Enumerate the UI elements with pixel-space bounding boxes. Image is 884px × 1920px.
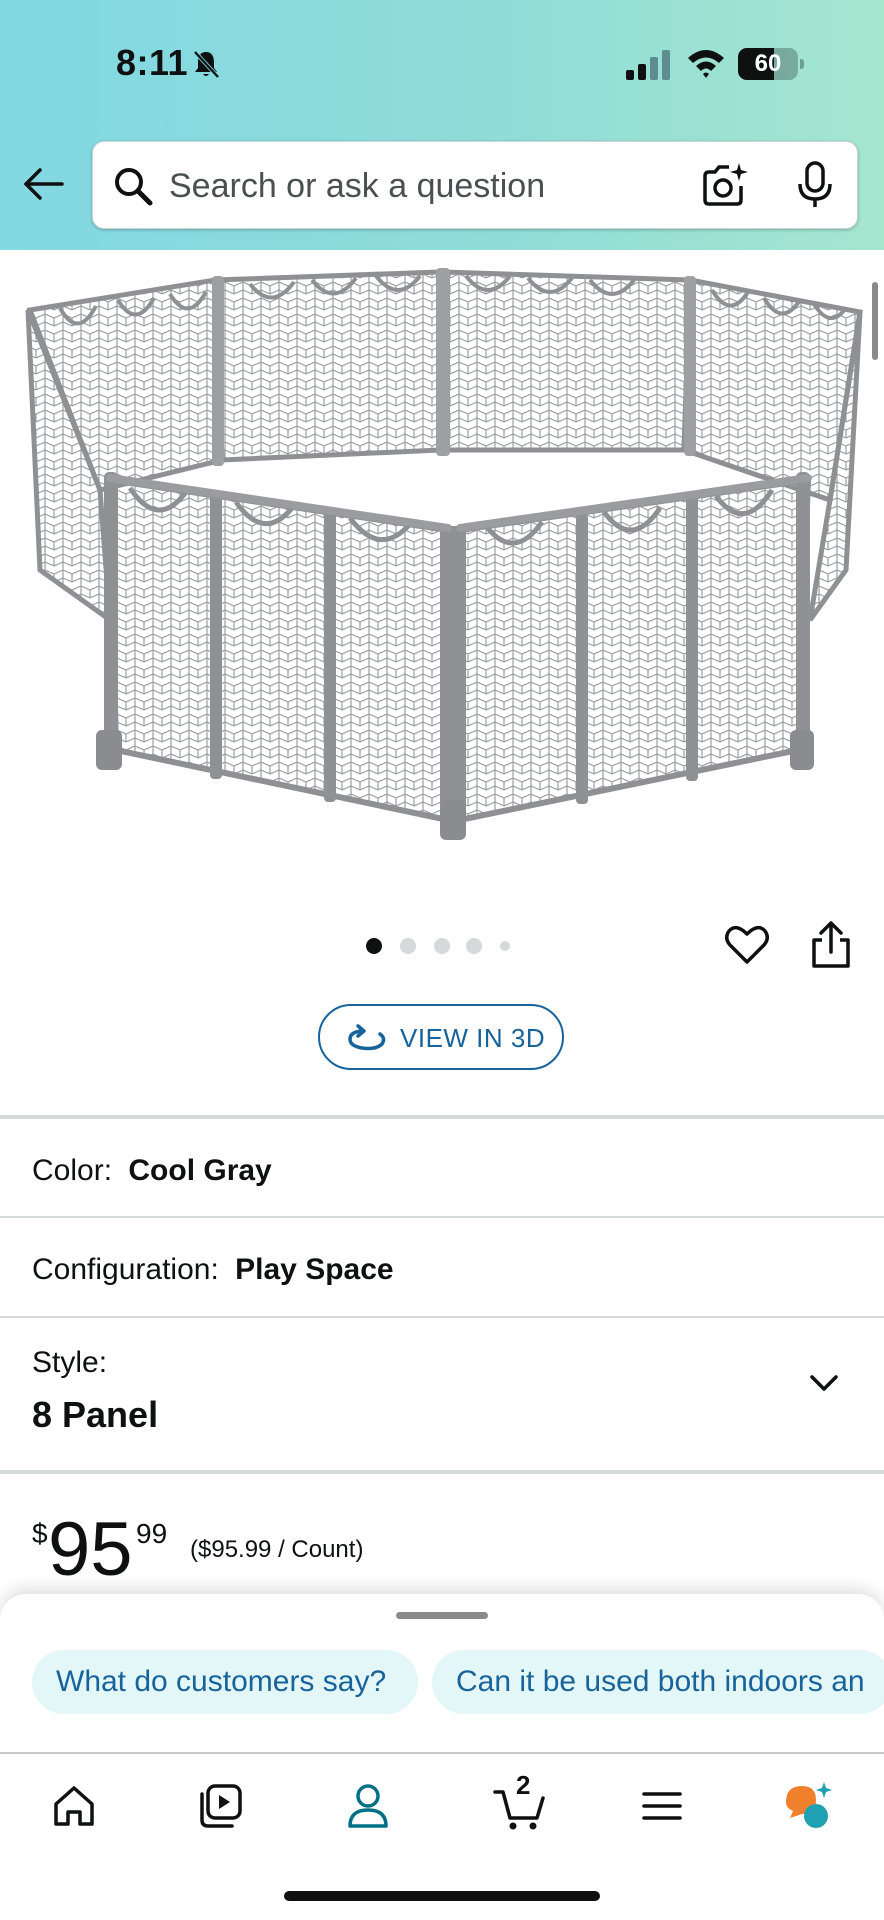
suggestion-chip-label: What do customers say? <box>56 1665 387 1698</box>
carousel-dot[interactable] <box>366 938 382 954</box>
status-time: 8:11 <box>116 42 189 83</box>
carousel-dot[interactable] <box>434 938 450 954</box>
style-label: Style: <box>32 1346 108 1379</box>
header: 8:11 60 Search or ask a question <box>0 0 884 250</box>
view-in-3d-button[interactable]: VIEW IN 3D <box>318 1004 564 1070</box>
home-icon[interactable] <box>48 1780 100 1832</box>
style-value[interactable]: 8 Panel <box>32 1394 158 1436</box>
battery-percent: 60 <box>754 50 782 77</box>
carousel-dot[interactable] <box>500 941 510 951</box>
chevron-down-icon[interactable] <box>806 1368 842 1398</box>
video-icon[interactable] <box>194 1780 246 1832</box>
battery-indicator: 60 <box>738 48 804 80</box>
search-placeholder: Search or ask a question <box>169 167 546 205</box>
price-whole: 95 <box>48 1507 133 1592</box>
price-currency: $ <box>32 1518 48 1549</box>
configuration-value: Play Space <box>235 1253 394 1286</box>
camera-icon[interactable] <box>699 160 749 210</box>
divider <box>0 1216 884 1218</box>
heart-icon[interactable] <box>724 922 770 968</box>
menu-icon[interactable] <box>636 1780 688 1832</box>
account-icon[interactable] <box>342 1780 394 1832</box>
share-icon[interactable] <box>806 920 856 970</box>
search-input[interactable]: Search or ask a question <box>92 141 858 229</box>
microphone-icon[interactable] <box>793 160 837 210</box>
configuration-label: Configuration: <box>32 1253 219 1286</box>
carousel-dot[interactable] <box>466 938 482 954</box>
price-fraction: 99 <box>136 1518 168 1549</box>
assistant-icon[interactable] <box>782 1780 834 1832</box>
suggestion-chip[interactable]: What do customers say? <box>32 1650 418 1714</box>
suggestion-chip[interactable]: Can it be used both indoors an <box>432 1650 884 1714</box>
wifi-icon <box>688 50 724 78</box>
unit-price: ($95.99 / Count) <box>190 1536 364 1563</box>
color-option[interactable]: Color: Cool Gray <box>32 1154 272 1188</box>
suggestion-chip-label: Can it be used both indoors an <box>456 1665 865 1698</box>
color-label: Color: <box>32 1154 113 1187</box>
bell-muted-icon <box>193 50 220 79</box>
product-image[interactable] <box>0 250 884 880</box>
configuration-option[interactable]: Configuration: Play Space <box>32 1253 394 1287</box>
home-indicator <box>284 1891 600 1901</box>
view-in-3d-label: VIEW IN 3D <box>400 1023 546 1053</box>
divider <box>0 1470 884 1474</box>
back-arrow-icon[interactable] <box>22 162 66 206</box>
scroll-indicator <box>872 282 878 360</box>
carousel-dot[interactable] <box>400 938 416 954</box>
rotate-3d-icon <box>348 1024 386 1051</box>
cart-count-badge: 2 <box>516 1770 531 1800</box>
color-value: Cool Gray <box>128 1154 272 1187</box>
sheet-drag-handle[interactable] <box>396 1612 488 1619</box>
divider <box>0 1316 884 1318</box>
cellular-signal-icon <box>626 50 670 80</box>
suggestions-sheet: What do customers say? Can it be used bo… <box>0 1594 884 1752</box>
search-icon <box>115 168 153 206</box>
divider <box>0 1115 884 1119</box>
